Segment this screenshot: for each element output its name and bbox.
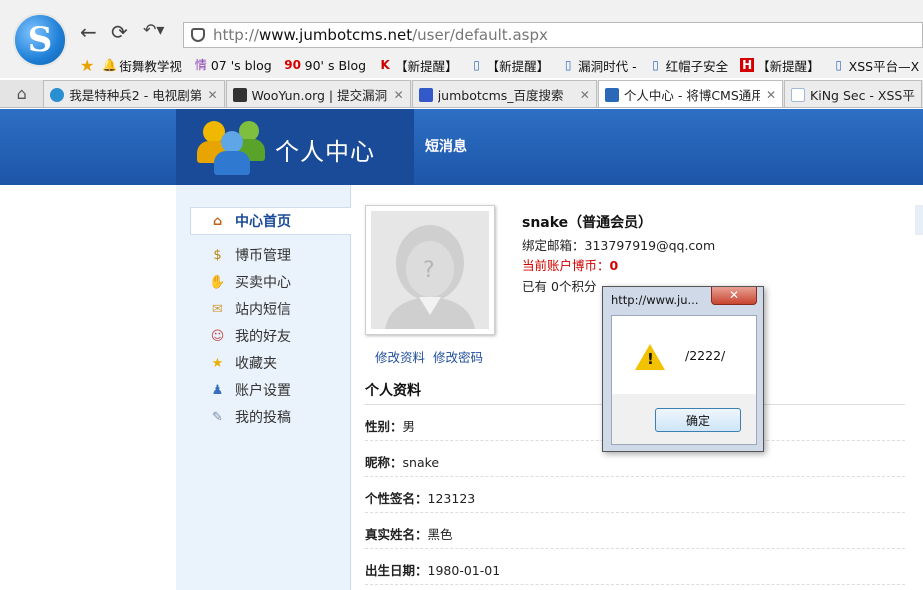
tab[interactable]: 我是特种兵2 - 电视剧第 ✕ bbox=[43, 80, 225, 107]
tab[interactable]: KiNg Sec - XSS平 bbox=[784, 80, 922, 107]
dialog-body: /2222/ 确定 bbox=[611, 315, 757, 445]
user-settings-icon: ♟ bbox=[211, 382, 224, 398]
coin-bag-icon: $ bbox=[213, 247, 222, 263]
avatar: ? bbox=[365, 205, 495, 335]
tab-favicon-icon bbox=[50, 87, 65, 102]
close-button[interactable]: ✕ bbox=[711, 287, 757, 305]
default-avatar-icon: ? bbox=[371, 211, 489, 329]
section-title: 个人资料 bbox=[365, 383, 421, 399]
bookmark-favicon-icon: H bbox=[740, 58, 755, 72]
change-password-link[interactable]: 修改密码 bbox=[433, 347, 483, 366]
bookmarks-bar: ★ 🔔 街舞教学视 情 07 's blog 90 90' s Blog K 【新提醒】… bbox=[0, 52, 923, 78]
bell-icon: 🔔 bbox=[102, 58, 118, 72]
bookmark-item[interactable]: K 【新提醒】 bbox=[378, 56, 457, 75]
shield-icon bbox=[191, 28, 205, 42]
edit-profile-link[interactable]: 修改资料 bbox=[375, 347, 425, 366]
page-icon: ▯ bbox=[564, 58, 572, 72]
sidebar-item-submissions[interactable]: ✎ 我的投稿 bbox=[209, 407, 291, 427]
address-bar[interactable]: http://www.jumbotcms.net/user/default.as… bbox=[183, 22, 923, 48]
browser-toolbar: ← ⟳ ↶▾ http://www.jumbotcms.net/user/def… bbox=[0, 0, 923, 52]
messages-link[interactable]: 短消息 bbox=[425, 136, 467, 156]
browser-logo[interactable]: S bbox=[13, 13, 67, 67]
alert-dialog: http://www.ju... ✕ /2222/ 确定 bbox=[602, 286, 764, 452]
star-icon: ★ bbox=[211, 355, 224, 371]
detail-row-realname: 真实姓名：黑色 bbox=[365, 513, 905, 549]
users-logo-icon bbox=[195, 115, 270, 175]
bookmark-item[interactable]: ▯ 漏洞时代 - bbox=[561, 56, 637, 75]
coins-line: 当前账户博币：0 bbox=[522, 258, 619, 273]
url-text[interactable]: http://www.jumbotcms.net/user/default.as… bbox=[213, 26, 548, 44]
page-title: 个人中心 bbox=[275, 138, 375, 166]
detail-row-signature: 个性签名：123123 bbox=[365, 477, 905, 513]
page-icon: ▯ bbox=[652, 58, 659, 72]
bookmark-favicon-icon: 情 bbox=[194, 58, 207, 72]
dialog-title: http://www.ju... bbox=[611, 293, 699, 307]
undo-dropdown-button[interactable]: ↶▾ bbox=[143, 22, 164, 38]
edit-icon: ✎ bbox=[212, 409, 223, 425]
sidebar-item-messages[interactable]: ✉ 站内短信 bbox=[209, 299, 291, 319]
tab[interactable]: WooYun.org | 提交漏洞 ✕ bbox=[225, 80, 411, 107]
ok-button[interactable]: 确定 bbox=[655, 408, 741, 432]
sidebar-item-account[interactable]: ♟ 账户设置 bbox=[209, 380, 291, 400]
sidebar-item-home[interactable]: ⌂ 中心首页 bbox=[209, 211, 291, 231]
bookmark-item[interactable]: H 【新提醒】 bbox=[740, 56, 820, 75]
star-icon[interactable]: ★ bbox=[80, 56, 94, 75]
tab-favicon-icon bbox=[418, 87, 433, 102]
tab-strip: ⌂ 我是特种兵2 - 电视剧第 ✕ WooYun.org | 提交漏洞 ✕ jumb… bbox=[0, 80, 923, 108]
sidebar-item-friends[interactable]: ☺ 我的好友 bbox=[209, 326, 291, 346]
email-value: 313797919@qq.com bbox=[584, 238, 716, 253]
home-icon: ⌂ bbox=[212, 213, 223, 229]
tab-favicon-icon bbox=[604, 87, 619, 102]
page-icon: ▯ bbox=[473, 58, 480, 72]
sidebar: ⌂ 中心首页 $ 博币管理 ✋ 买卖中心 ✉ 站内短信 ☺ 我的好友 ★ 收藏夹 ♟ 账户设置… bbox=[176, 185, 351, 590]
sidebar-item-favorites[interactable]: ★ 收藏夹 bbox=[209, 353, 277, 373]
tab-active[interactable]: 个人中心 - 将博CMS通用 ✕ bbox=[597, 80, 784, 107]
back-button[interactable]: ← bbox=[80, 22, 97, 42]
close-icon[interactable]: ✕ bbox=[207, 88, 217, 102]
bookmark-item[interactable]: ▯ 【新提醒】 bbox=[470, 56, 549, 75]
bookmark-item[interactable]: ▯ XSS平台—X bbox=[832, 56, 919, 75]
envelope-icon: ✉ bbox=[212, 301, 223, 317]
close-icon[interactable]: ✕ bbox=[394, 88, 404, 102]
email-line: 绑定邮箱：313797919@qq.com bbox=[522, 238, 716, 253]
bookmark-favicon-icon: 90 bbox=[284, 58, 301, 72]
scrollbar[interactable] bbox=[915, 205, 923, 235]
points-value: 0 bbox=[550, 279, 559, 294]
svg-text:?: ? bbox=[423, 258, 435, 283]
bookmark-item[interactable]: 🔔 街舞教学视 bbox=[102, 56, 182, 75]
tab[interactable]: jumbotcms_百度搜索 ✕ bbox=[411, 80, 597, 107]
coins-value: 0 bbox=[609, 258, 619, 273]
bookmark-item[interactable]: ▯ 红帽子安全 bbox=[649, 56, 728, 75]
sidebar-item-trade[interactable]: ✋ 买卖中心 bbox=[209, 272, 291, 292]
bookmark-favicon-icon: K bbox=[380, 58, 390, 72]
warning-icon bbox=[635, 344, 665, 370]
refresh-button[interactable]: ⟳ bbox=[111, 22, 128, 42]
sidebar-item-coins[interactable]: $ 博币管理 bbox=[209, 245, 291, 265]
close-icon[interactable]: ✕ bbox=[766, 88, 776, 102]
friends-icon: ☺ bbox=[210, 328, 225, 344]
bookmark-item[interactable]: 情 07 's blog bbox=[194, 58, 272, 73]
close-icon[interactable]: ✕ bbox=[580, 88, 590, 102]
bookmark-item[interactable]: 90 90' s Blog bbox=[284, 58, 366, 73]
home-icon[interactable]: ⌂ bbox=[0, 80, 43, 107]
alert-message: /2222/ bbox=[685, 348, 726, 363]
page-icon: ▯ bbox=[835, 58, 842, 72]
user-name: snake（普通会员） bbox=[522, 215, 653, 231]
tab-favicon-icon bbox=[232, 87, 247, 102]
points-line: 已有 0个积分 bbox=[522, 279, 597, 294]
detail-row-birthdate: 出生日期：1980-01-01 bbox=[365, 549, 905, 585]
handshake-icon: ✋ bbox=[209, 274, 226, 290]
tab-favicon-icon bbox=[791, 87, 806, 102]
